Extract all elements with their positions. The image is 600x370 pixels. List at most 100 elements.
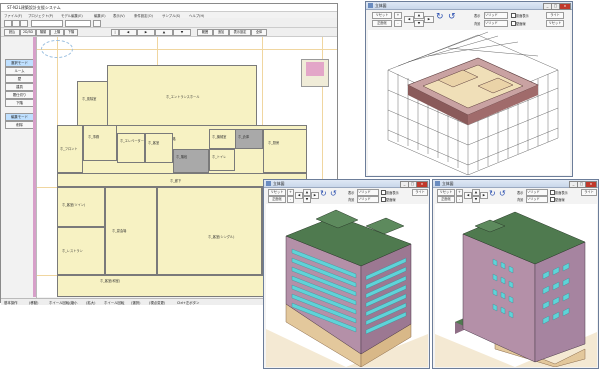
building-front-render xyxy=(266,209,428,367)
grid-icon[interactable] xyxy=(93,20,101,27)
rear-3d-viewport[interactable] xyxy=(435,204,597,367)
wireframe-viewport[interactable] xyxy=(368,30,570,175)
select-mode-button[interactable]: 選択モード xyxy=(5,59,34,67)
read-button[interactable]: 読込 xyxy=(4,29,20,36)
spin-cw-icon[interactable]: ↻ xyxy=(320,189,327,198)
rotate-right-button[interactable]: ▶ xyxy=(480,192,488,199)
partition-button[interactable]: 間仕切り xyxy=(5,91,34,99)
room-entrance-hall[interactable]: ホ_エントランスホール xyxy=(107,65,257,127)
front-3d-viewport[interactable] xyxy=(266,204,428,367)
app-icon xyxy=(435,181,440,186)
front-view-button[interactable]: 正面化 xyxy=(372,20,392,27)
rotate-down-button[interactable]: ▼ xyxy=(472,196,480,203)
room-toilet[interactable]: ホ_トイレ xyxy=(209,149,235,171)
zoom-out-button[interactable]: - xyxy=(456,196,463,203)
upper-floor-button[interactable]: 上階 xyxy=(50,29,64,36)
room-button[interactable]: ルーム xyxy=(5,67,34,75)
command-toolbar: 読込 2D/3D 階層 上階 下階 | ◀ ▶ ▲ ▼ 範囲 追加 表示設定 全… xyxy=(1,28,337,37)
lower-floor-side-button[interactable]: 下階 xyxy=(5,99,34,107)
view3-title-bar: 立体図 _ □ × xyxy=(433,180,598,188)
rotate-up-button[interactable]: ▲ xyxy=(414,12,424,19)
background-select[interactable]: ソリッド xyxy=(357,196,379,203)
wireframe-building-render xyxy=(387,31,559,175)
open-icon[interactable] xyxy=(12,20,20,27)
reset-button[interactable]: リセット xyxy=(437,189,455,196)
layer-select[interactable] xyxy=(31,20,63,27)
zoom-out-button[interactable]: - xyxy=(394,20,402,27)
level-button[interactable]: 階層 xyxy=(36,29,50,36)
room-twin[interactable]: ホ_客室(ツイン) xyxy=(57,187,105,227)
background-select[interactable]: ソリッド xyxy=(526,196,548,203)
front-view-button[interactable]: 正面化 xyxy=(437,196,455,203)
reset-button[interactable]: リセット xyxy=(268,189,286,196)
reset-light-button[interactable]: リセット xyxy=(546,20,564,27)
room-kitchen[interactable]: ホ_厨房 xyxy=(263,129,307,173)
rotate-left-button[interactable]: ◀ xyxy=(295,192,303,199)
wireframe-3d-window: 立体図 _ □ × リセット 正面化 + - ◀ ▲ ▼ ▶ ↻ ↺ 表示 ソリ… xyxy=(365,1,573,177)
main-title: ST-N2L建築設計支援システム xyxy=(7,5,61,10)
save-icon[interactable] xyxy=(20,20,28,27)
room-restaurant[interactable]: ホ_レストラン xyxy=(57,227,105,275)
room-banquet[interactable]: ホ_宴会場 xyxy=(105,187,157,275)
down-button[interactable]: ▼ xyxy=(173,29,191,36)
delete-button[interactable]: 削除 xyxy=(5,121,34,129)
spin-ccw-icon[interactable]: ↺ xyxy=(448,12,458,22)
rotate-right-button[interactable]: ▶ xyxy=(424,16,434,23)
fitting-button[interactable]: 建具 xyxy=(5,83,34,91)
edit-mode-button[interactable]: 編集モード xyxy=(5,113,34,121)
room-guest[interactable]: ホ_客室 xyxy=(145,133,173,163)
mode-side-panel: 選択モード ルーム 壁 建具 間仕切り 下階 編集モード 削除 xyxy=(2,37,37,299)
background-select[interactable]: ソリッド xyxy=(484,20,508,27)
spin-ccw-icon[interactable]: ↺ xyxy=(330,189,337,198)
rotate-up-button[interactable]: ▲ xyxy=(303,189,311,196)
front-view-button[interactable]: 正面化 xyxy=(268,196,286,203)
light-button[interactable]: ライト xyxy=(546,12,564,19)
2d3d-button[interactable]: 2D/3D xyxy=(20,29,36,36)
room-front[interactable]: ホ_フロント xyxy=(57,125,83,173)
close-button[interactable]: × xyxy=(559,3,571,10)
display-settings-button[interactable]: 表示設定 xyxy=(229,29,251,36)
rotate-left-button[interactable]: ◀ xyxy=(464,192,472,199)
room-elevator[interactable]: ホ_エレベーター xyxy=(117,133,145,163)
floor-select[interactable] xyxy=(65,20,91,27)
room-stairs[interactable]: ホ_階段 xyxy=(173,149,209,173)
compass-icon xyxy=(41,40,73,58)
spin-ccw-icon[interactable]: ↺ xyxy=(499,189,506,198)
zoom-in-button[interactable]: + xyxy=(456,189,463,196)
solid-3d-window-front: 立体図 _ □ × リセット 正面化 + - ◀ ▲ ▼ ▶ ↻ ↺ 表示 ソリ… xyxy=(263,179,430,369)
spin-cw-icon[interactable]: ↻ xyxy=(436,12,446,22)
rotate-down-button[interactable]: ▼ xyxy=(303,196,311,203)
view2-title-bar: 立体図 _ □ × xyxy=(264,180,429,188)
zoom-in-button[interactable]: + xyxy=(287,189,294,196)
fit-all-button[interactable]: 全体 xyxy=(251,29,267,36)
zoom-out-button[interactable]: - xyxy=(287,196,294,203)
new-icon[interactable] xyxy=(4,20,12,27)
right-button[interactable]: ▶ xyxy=(137,29,155,36)
lower-floor-button[interactable]: 下階 xyxy=(64,29,78,36)
display-mode-select[interactable]: ソリッド xyxy=(526,189,548,196)
display-mode-select[interactable]: ソリッド xyxy=(484,12,508,19)
light-button[interactable]: ライト xyxy=(412,189,428,196)
wall-button[interactable]: 壁 xyxy=(5,75,34,83)
up-button[interactable]: ▲ xyxy=(155,29,173,36)
left-button[interactable]: ◀ xyxy=(119,29,137,36)
room-storage[interactable]: ホ_倉庫 xyxy=(235,129,263,149)
display-mode-select[interactable]: ソリッド xyxy=(357,189,379,196)
reset-button[interactable]: リセット xyxy=(372,12,392,19)
light-button[interactable]: ライト xyxy=(581,189,597,196)
range-button[interactable]: 範囲 xyxy=(197,29,213,36)
close-button[interactable]: × xyxy=(585,181,597,188)
close-button[interactable]: × xyxy=(416,181,428,188)
room-office[interactable]: ホ_事務 xyxy=(83,125,117,161)
solid-3d-window-rear: 立体図 _ □ × リセット 正面化 + - ◀ ▲ ▼ ▶ ↻ ↺ 表示 ソリ… xyxy=(432,179,599,369)
rotate-down-button[interactable]: ▼ xyxy=(414,20,424,27)
add-button[interactable]: 追加 xyxy=(213,29,229,36)
zoom-in-button[interactable]: + xyxy=(394,12,402,19)
rotate-up-button[interactable]: ▲ xyxy=(472,189,480,196)
rotate-right-button[interactable]: ▶ xyxy=(311,192,319,199)
separator: | xyxy=(111,29,119,36)
room-windbreak[interactable]: ホ_風除室 xyxy=(77,81,108,127)
spin-cw-icon[interactable]: ↻ xyxy=(489,189,496,198)
room-single[interactable]: ホ_客室(シングル) xyxy=(157,187,262,275)
rotate-left-button[interactable]: ◀ xyxy=(404,16,414,23)
